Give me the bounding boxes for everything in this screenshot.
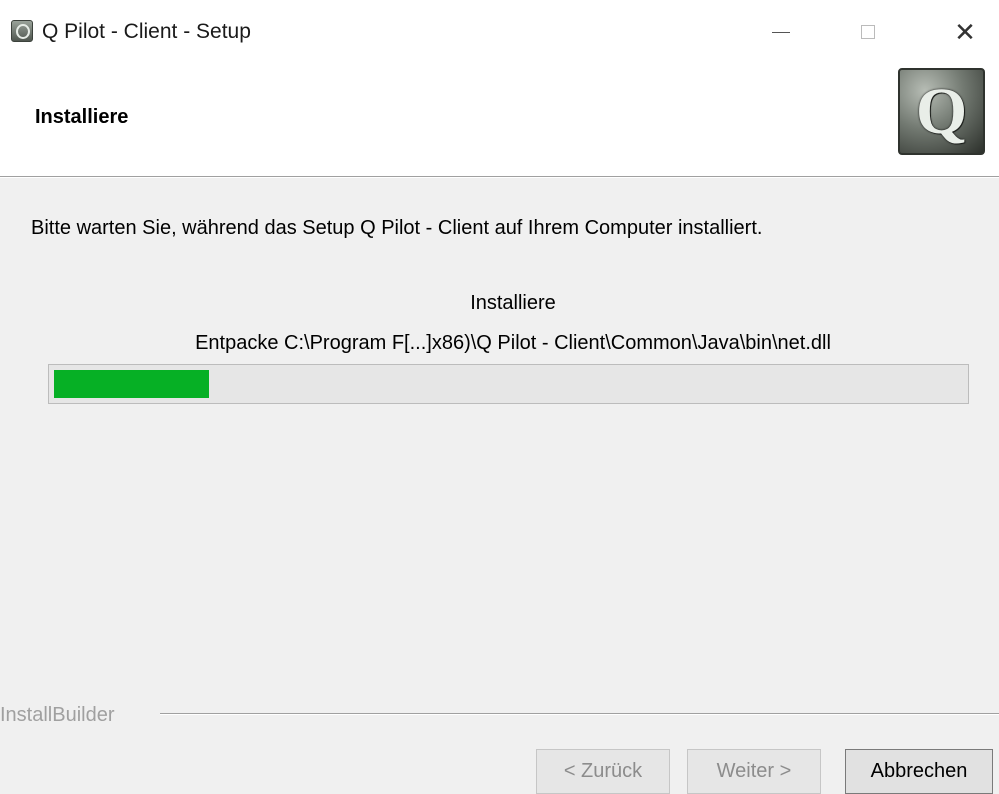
wizard-header: Installiere Q [0, 62, 999, 176]
minimize-icon [772, 31, 790, 33]
window-title: Q Pilot - Client - Setup [42, 20, 251, 43]
header-divider [0, 176, 999, 178]
logo: Q [898, 68, 985, 155]
detail-text: Entpacke C:\Program F[...]x86)\Q Pilot -… [195, 332, 831, 354]
logo-letter: Q [915, 74, 968, 148]
description-text: Bitte warten Sie, während das Setup Q Pi… [31, 217, 763, 239]
title-bar: Q Pilot - Client - Setup ✕ [0, 0, 999, 62]
status-text: Installiere [470, 292, 556, 314]
maximize-icon [861, 25, 875, 39]
maximize-button[interactable] [845, 16, 891, 48]
progress-bar [48, 364, 969, 404]
cancel-button[interactable]: Abbrechen [845, 749, 993, 794]
close-button[interactable]: ✕ [942, 16, 988, 48]
page-title: Installiere [35, 106, 129, 128]
footer-divider [160, 713, 999, 715]
minimize-button[interactable] [758, 16, 804, 48]
close-icon: ✕ [954, 16, 976, 47]
progress-fill [54, 370, 209, 398]
back-button[interactable]: < Zurück [536, 749, 670, 794]
brand-label: InstallBuilder [0, 704, 125, 727]
next-button[interactable]: Weiter > [687, 749, 821, 794]
app-icon [11, 20, 33, 42]
